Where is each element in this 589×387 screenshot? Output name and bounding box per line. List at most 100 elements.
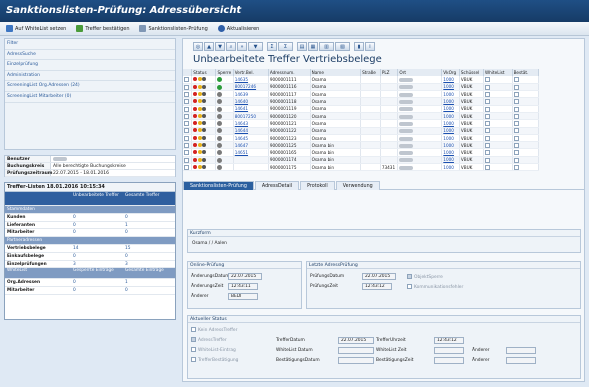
whitelist-eintrag-checkbox[interactable]: WhiteList-Eintrag [191,347,236,353]
row-select-checkbox[interactable] [184,135,189,141]
tab-protokoll[interactable]: Protokoll [300,181,335,190]
vkorg-link[interactable]: 1000 [443,150,454,155]
trefferbestaetigung-checkbox[interactable]: TrefferBestätigung [191,357,238,363]
whitelist-checkbox[interactable] [485,99,491,105]
bestaetigungsdatum-field[interactable] [338,357,374,364]
row-select-checkbox[interactable] [184,77,189,83]
vkorg-link[interactable]: 1000 [443,92,454,97]
vkorg-link[interactable]: 1000 [443,121,454,126]
trefferuhrzeit-field[interactable]: 12:43:12 [434,337,464,344]
whitelist-checkbox[interactable] [485,143,491,148]
pruefungszeit-field[interactable]: 12:43:12 [362,283,392,290]
sales-doc-link[interactable]: 14641 [235,106,248,111]
nav-item-screening-mitarbeiter[interactable]: ScreeningList Mitarbeiter (0) [5,92,175,103]
whitelist-checkbox[interactable] [485,91,491,97]
pruefungsdatum-field[interactable]: 22.07.2015 [362,273,396,280]
find-icon[interactable]: ⌕ [226,42,236,51]
sales-doc-link[interactable]: 80017250 [235,114,256,119]
bestaetigungszeit-field[interactable] [434,357,464,364]
nav-item-adresssuche[interactable]: AdressSuche [5,50,175,61]
confirm-checkbox[interactable] [513,150,519,156]
confirm-checkbox[interactable] [513,135,519,141]
print-icon[interactable]: ▤ [297,42,307,51]
vkorg-link[interactable]: 1000 [443,128,454,133]
confirm-checkbox[interactable] [513,106,519,112]
aenderungsdatum-field[interactable]: 22.07.2015 [228,273,262,280]
whitelist-checkbox[interactable] [485,77,491,83]
row-select-checkbox[interactable] [184,113,189,119]
objektsperre-checkbox[interactable]: ObjektSperre [407,274,443,280]
whitelist-checkbox[interactable] [485,113,491,119]
sales-doc-link[interactable]: 14639 [235,92,248,97]
sort-desc-icon[interactable]: ▼ [215,42,225,51]
nav-item-administration[interactable]: Administration [5,71,175,82]
vkorg-link[interactable]: 1000 [443,165,454,170]
tab-verwendung[interactable]: Verwendung [335,181,380,190]
find-next-icon[interactable]: » [237,42,247,51]
table-row[interactable]: 14644 9000001122 Osama 1000 VBUK [183,127,540,135]
tab-sanktionspruefung[interactable]: Sanktionslisten-Prüfung [183,181,254,190]
table-row[interactable]: 9000001174 Osama bin 1000 VBUK [183,156,540,165]
confirm-checkbox[interactable] [513,143,519,148]
refresh-button[interactable]: Aktualisieren [217,25,259,32]
confirm-checkbox[interactable] [513,164,519,170]
row-select-checkbox[interactable] [184,157,189,163]
confirm-checkbox[interactable] [513,157,519,163]
subtotal-icon[interactable]: Σ [278,42,293,51]
nav-item-filter[interactable]: Filter [5,39,175,50]
adresstreffer-checkbox[interactable]: AdressTreffer [191,337,227,343]
row-select-checkbox[interactable] [184,128,189,134]
row-select-checkbox[interactable] [184,121,189,127]
sum-icon[interactable]: Σ [267,42,277,51]
confirm-checkbox[interactable] [513,84,519,90]
nav-item-screening-org[interactable]: ScreeningList Org.Adressen (24) [5,81,175,92]
row-select-checkbox[interactable] [184,91,189,97]
whitelist-checkbox[interactable] [485,157,491,163]
kein-adresstreffer-checkbox[interactable]: Kein AdressTreffer [191,327,237,333]
whitelist-checkbox[interactable] [485,84,491,90]
row-select-checkbox[interactable] [184,106,189,112]
aenderungszeit-field[interactable]: 12:43:11 [228,283,258,290]
confirm-checkbox[interactable] [513,121,519,127]
confirm-checkbox[interactable] [513,77,519,83]
info-icon[interactable]: i [365,42,375,51]
table-row[interactable]: 80017250 9000001120 Osama 1000 VBUK [183,112,540,121]
whitelist-datum-field[interactable] [338,347,374,354]
confirm-checkbox[interactable] [513,113,519,119]
table-row[interactable]: 14635 9000001111 Osama 1000 VBUK [183,76,540,84]
row-select-checkbox[interactable] [184,99,189,105]
whitelist-checkbox[interactable] [485,164,491,170]
sort-asc-icon[interactable]: ▲ [204,42,214,51]
sales-doc-link[interactable]: 14651 [235,150,248,155]
vkorg-link[interactable]: 1000 [443,77,454,82]
whitelist-aenderer-field[interactable] [506,347,536,354]
aenderer-field[interactable]: BEDI [228,293,258,300]
vkorg-link[interactable]: 1000 [443,106,454,111]
vkorg-link[interactable]: 1000 [443,157,454,162]
row-select-checkbox[interactable] [184,164,189,170]
row-select-checkbox[interactable] [184,143,189,148]
bestaetigung-aenderer-field[interactable] [506,357,536,364]
confirm-checkbox[interactable] [513,91,519,97]
vkorg-link[interactable]: 1000 [443,84,454,89]
sales-doc-link[interactable]: 14640 [235,99,248,104]
row-select-checkbox[interactable] [184,84,189,90]
vkorg-link[interactable]: 1000 [443,114,454,119]
table-row[interactable]: 80017246 9000001116 Osama 1000 VBUK [183,83,540,92]
confirm-hit-button[interactable]: Treffer bestätigen [76,25,129,32]
confirm-checkbox[interactable] [513,99,519,105]
filter-icon[interactable]: ▼ [248,42,263,51]
table-row[interactable]: 14647 9000001125 Osama bin 1000 VBUK [183,141,540,150]
layout-icon[interactable]: ▧ [335,42,350,51]
vkorg-link[interactable]: 1000 [443,143,454,148]
table-row[interactable]: 14645 9000001123 Osama 1000 VBUK [183,134,540,143]
sales-doc-link[interactable]: 14645 [235,136,248,141]
whitelist-button[interactable]: Auf WhiteList setzen [6,25,66,32]
table-row[interactable]: 14641 9000001119 Osama 1000 VBUK [183,105,540,114]
table-row[interactable]: 14651 9000001165 Osama bin 1000 VBUK [183,148,540,157]
confirm-checkbox[interactable] [513,128,519,134]
sales-doc-link[interactable]: 80017246 [235,84,256,89]
sales-doc-link[interactable]: 14635 [235,77,248,82]
kommunikationsfehler-checkbox[interactable]: Kommunikationsfehler [407,284,463,290]
row-select-checkbox[interactable] [184,150,189,156]
